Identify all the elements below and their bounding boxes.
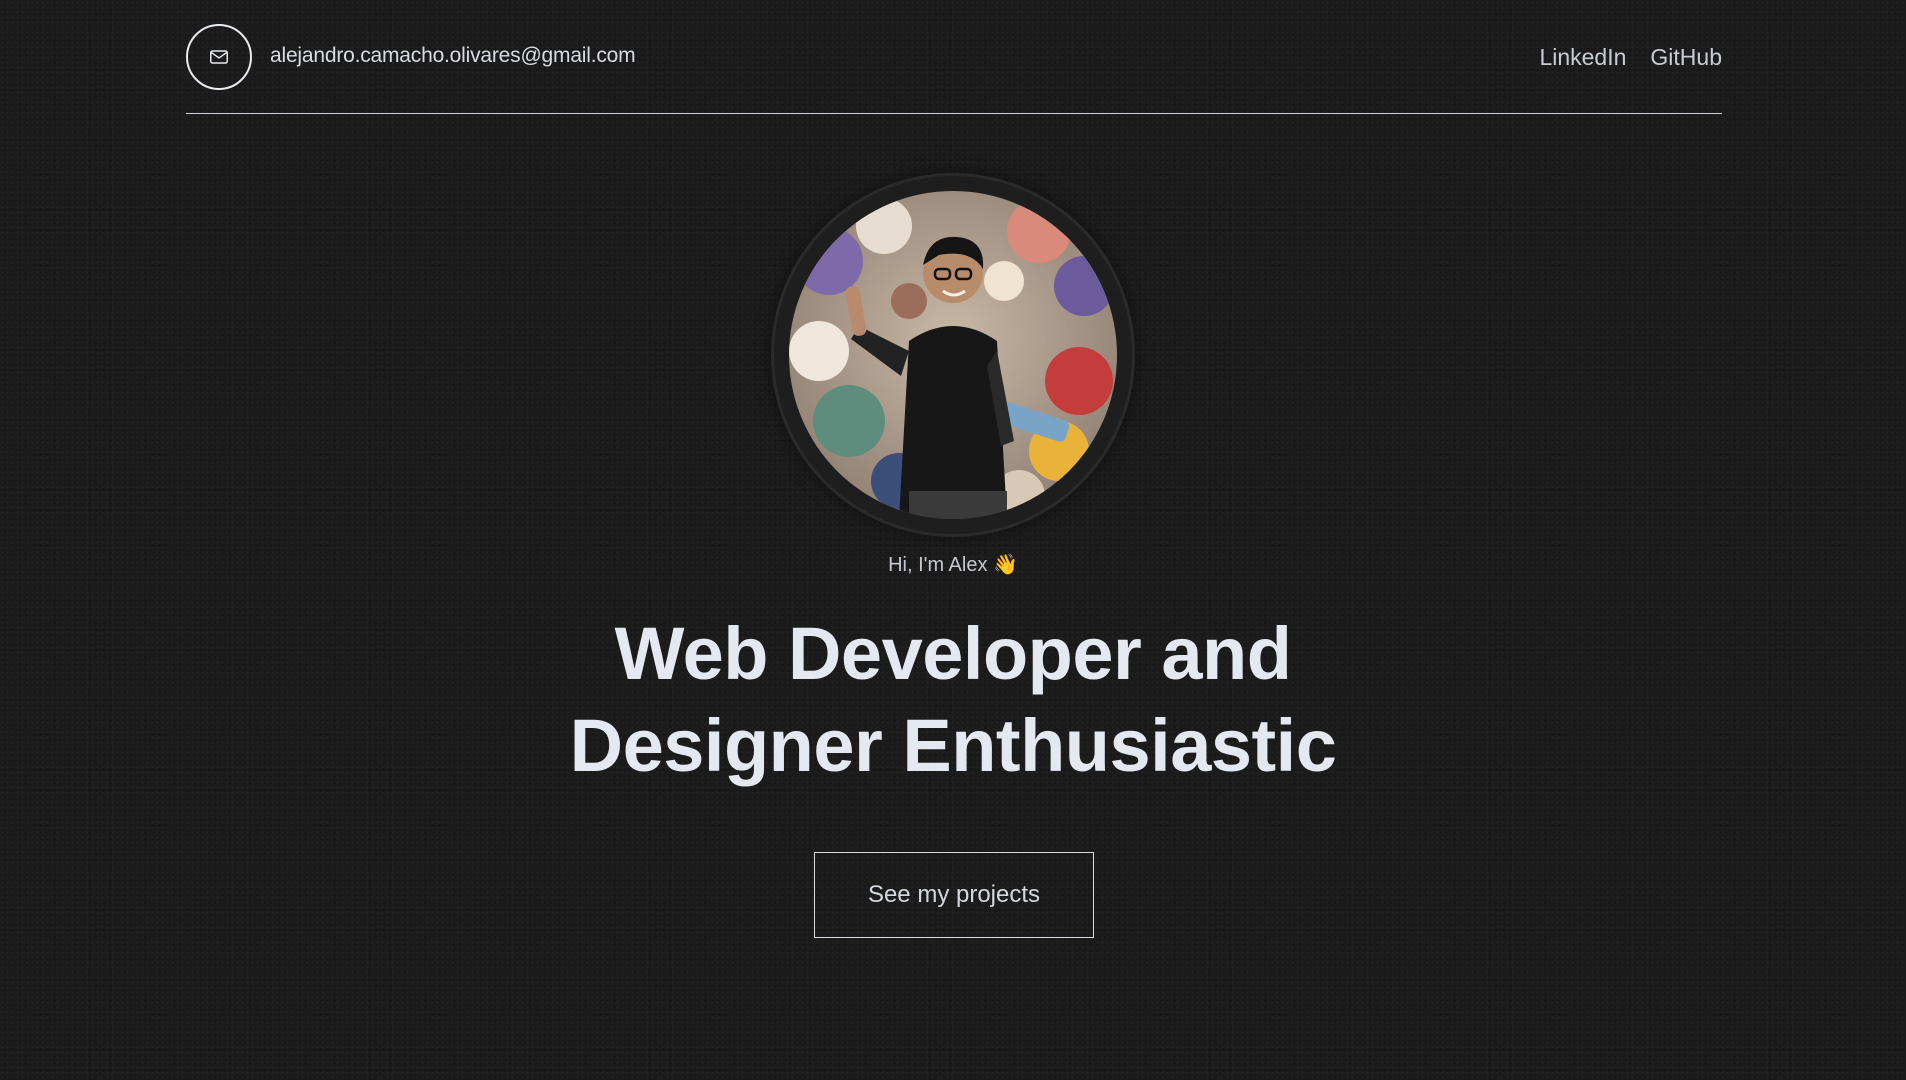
profile-photo (789, 191, 1117, 519)
social-nav: LinkedIn GitHub (1539, 44, 1722, 71)
email-address[interactable]: alejandro.camacho.olivares@gmail.com (270, 44, 636, 68)
portfolio-page: alejandro.camacho.olivares@gmail.com Lin… (0, 0, 1906, 1080)
headline-line-2: Designer Enthusiastic (569, 704, 1337, 787)
avatar-frame (774, 176, 1132, 534)
github-link[interactable]: GitHub (1650, 44, 1722, 71)
avatar (789, 191, 1117, 519)
mail-icon[interactable] (186, 24, 252, 90)
greeting-text: Hi, I'm Alex 👋 (888, 554, 1018, 576)
linkedin-link[interactable]: LinkedIn (1539, 44, 1626, 71)
page-title: Web Developer and Designer Enthusiastic (0, 608, 1906, 792)
see-projects-button[interactable]: See my projects (814, 852, 1094, 938)
headline-line-1: Web Developer and (614, 612, 1292, 695)
site-header: alejandro.camacho.olivares@gmail.com Lin… (186, 0, 1722, 114)
